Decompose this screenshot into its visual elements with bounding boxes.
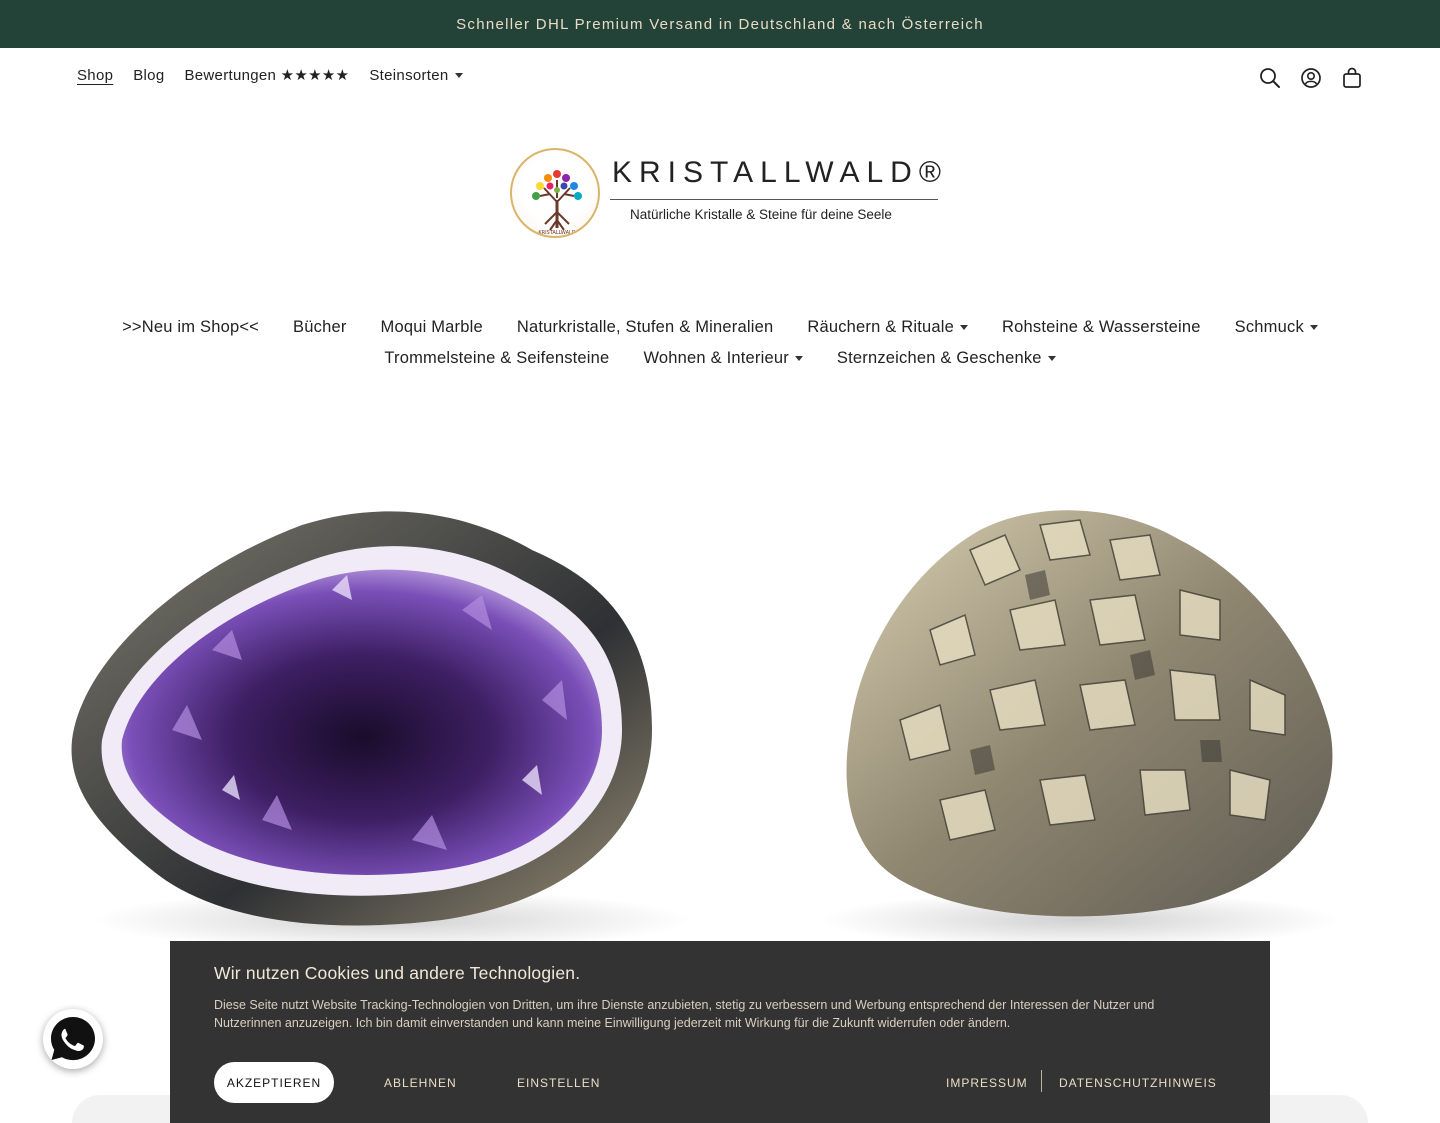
nav-item-neu-im-shop[interactable]: >>Neu im Shop<<: [122, 318, 259, 337]
pyrite-cluster-image[interactable]: [790, 400, 1370, 960]
main-nav-row: >>Neu im Shop<< Bücher Moqui Marble Natu…: [0, 312, 1440, 343]
nav-dropdown-label: Steinsorten: [369, 66, 449, 84]
decline-cookies-button[interactable]: ABLEHNEN: [384, 1062, 457, 1103]
chevron-down-icon: [454, 73, 463, 79]
main-nav: >>Neu im Shop<< Bücher Moqui Marble Natu…: [0, 312, 1440, 374]
brand-tagline: Natürliche Kristalle & Steine für deine …: [630, 207, 892, 222]
accept-cookies-button[interactable]: AKZEPTIEREN: [214, 1062, 334, 1103]
privacy-link[interactable]: DATENSCHUTZHINWEIS: [1059, 1062, 1217, 1103]
nav-item-label: Sternzeichen & Geschenke: [836, 349, 1042, 367]
logo-divider: [610, 199, 938, 200]
nav-item-wohnen[interactable]: Wohnen & Interieur: [643, 349, 803, 368]
nav-item-schmuck[interactable]: Schmuck: [1235, 318, 1318, 337]
announcement-bar: Schneller DHL Premium Versand in Deutsch…: [0, 0, 1440, 48]
nav-item-sternzeichen[interactable]: Sternzeichen & Geschenke: [837, 349, 1056, 368]
search-icon[interactable]: [1258, 66, 1282, 90]
nav-item-raeuchern[interactable]: Räuchern & Rituale: [807, 318, 969, 337]
nav-dropdown-steinsorten[interactable]: Steinsorten: [369, 66, 463, 84]
amethyst-geode-image[interactable]: [62, 400, 722, 960]
logo-seal-text: KRISTALLWALD: [538, 230, 575, 236]
header-icons: [1258, 66, 1364, 90]
chevron-down-icon: [1047, 356, 1056, 362]
nav-item-label: Schmuck: [1234, 318, 1304, 336]
utility-nav: Shop Blog Bewertungen ★★★★★ Steinsorten: [77, 66, 483, 84]
chevron-down-icon: [960, 325, 969, 331]
brand-name: KRISTALLWALD®: [612, 156, 948, 189]
announcement-text: Schneller DHL Premium Versand in Deutsch…: [456, 15, 984, 33]
nav-link-shop[interactable]: Shop: [77, 67, 113, 84]
chevron-down-icon: [794, 356, 803, 362]
nav-item-naturkristalle[interactable]: Naturkristalle, Stufen & Mineralien: [517, 318, 773, 337]
imprint-link[interactable]: IMPRESSUM: [946, 1062, 1028, 1103]
nav-item-label: Räuchern & Rituale: [807, 318, 955, 336]
site-logo[interactable]: KRISTALLWALD KRISTALLWALD® Natürliche Kr…: [510, 148, 941, 240]
nav-item-moqui-marble[interactable]: Moqui Marble: [381, 318, 483, 337]
cart-icon[interactable]: [1340, 66, 1364, 90]
tree-of-life-icon: KRISTALLWALD: [510, 148, 600, 238]
nav-item-trommelsteine[interactable]: Trommelsteine & Seifensteine: [384, 349, 609, 368]
main-nav-row: Trommelsteine & Seifensteine Wohnen & In…: [0, 343, 1440, 374]
nav-item-buecher[interactable]: Bücher: [293, 318, 346, 337]
nav-item-rohsteine[interactable]: Rohsteine & Wassersteine: [1002, 318, 1201, 337]
chevron-down-icon: [1309, 325, 1318, 331]
link-divider: [1041, 1070, 1042, 1092]
nav-item-label: Wohnen & Interieur: [643, 349, 789, 367]
nav-link-blog[interactable]: Blog: [133, 67, 164, 84]
whatsapp-icon: [51, 1017, 95, 1061]
cookie-description: Diese Seite nutzt Website Tracking-Techn…: [214, 998, 1155, 1030]
account-icon[interactable]: [1299, 66, 1323, 90]
whatsapp-chat-button[interactable]: [43, 1009, 103, 1069]
cookie-banner: Wir nutzen Cookies und andere Technologi…: [170, 941, 1270, 1123]
cookie-settings-button[interactable]: EINSTELLEN: [517, 1062, 600, 1103]
cookie-title: Wir nutzen Cookies und andere Technologi…: [214, 963, 581, 983]
nav-link-reviews[interactable]: Bewertungen ★★★★★: [184, 66, 349, 84]
